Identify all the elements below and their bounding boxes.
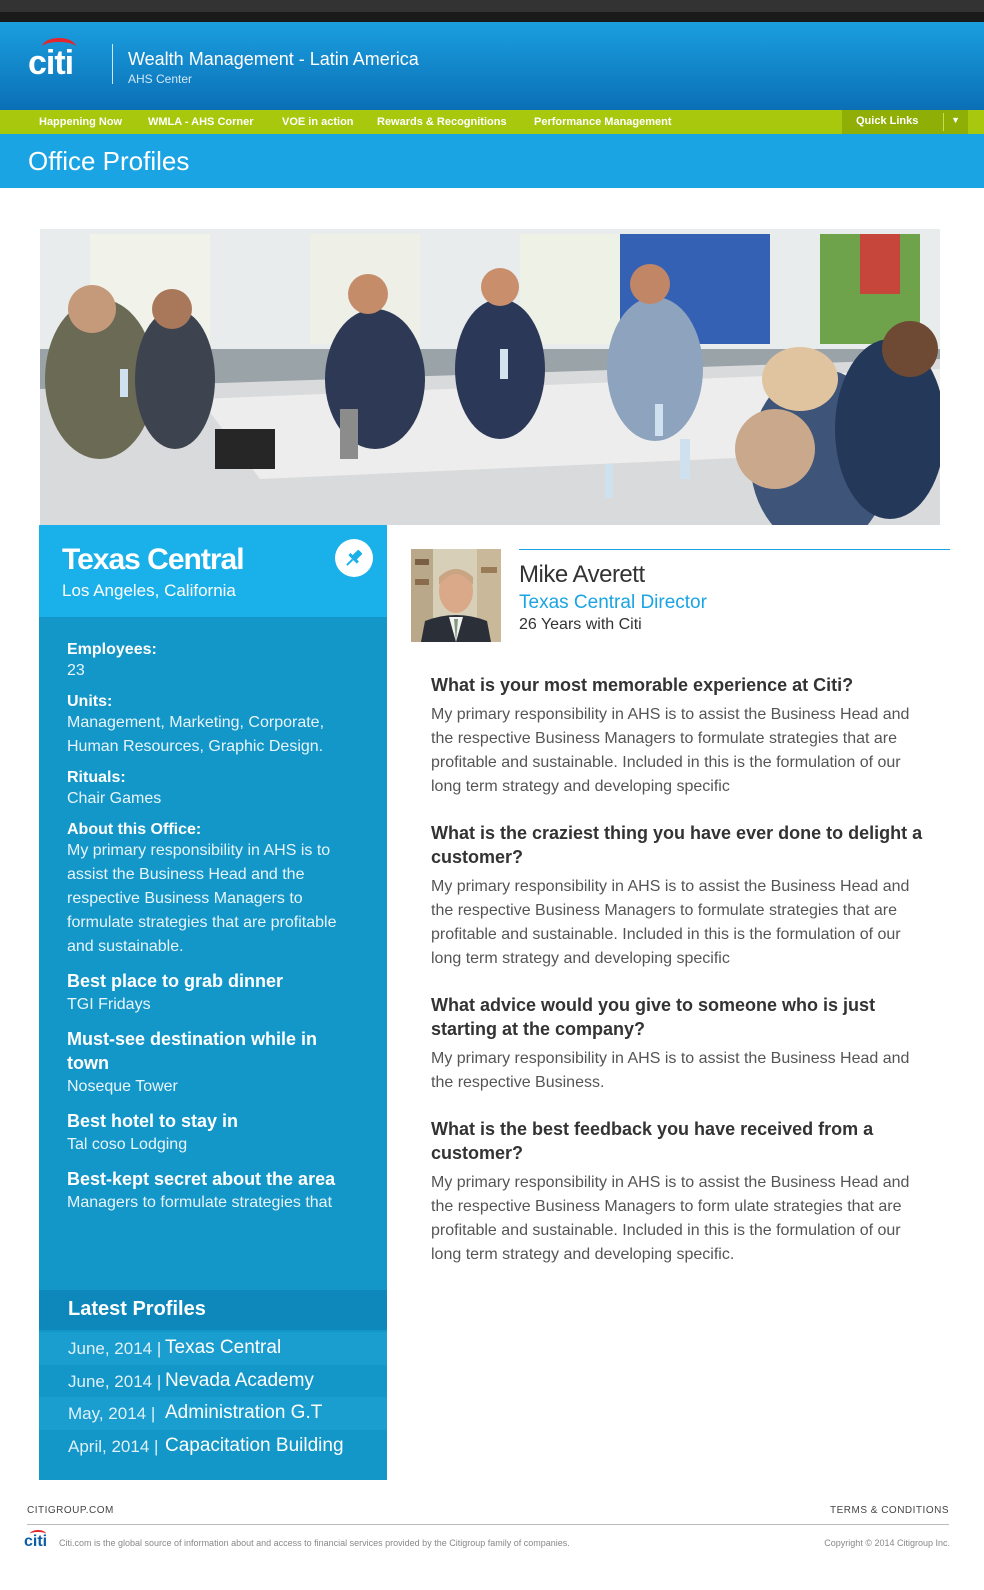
- question: What advice would you give to someone wh…: [431, 995, 876, 1039]
- destination-label: Must-see destination while in town: [67, 1029, 318, 1073]
- qa-section: What is your most memorable experience a…: [431, 673, 931, 1289]
- main-nav: Happening Now WMLA - AHS Corner VOE in a…: [0, 110, 984, 134]
- copyright: Copyright © 2014 Citigroup Inc.: [824, 1538, 950, 1548]
- latest-profile-separator: |: [156, 1339, 162, 1358]
- question: What is the best feedback you have recei…: [431, 1119, 874, 1163]
- top-bar-dark: [0, 12, 984, 22]
- latest-profile-date: June, 2014 |: [68, 1372, 161, 1392]
- latest-profile-item[interactable]: June, 2014 | Nevada Academy: [39, 1365, 387, 1398]
- dinner-label: Best place to grab dinner: [67, 971, 284, 991]
- rituals-value: Chair Games: [67, 790, 162, 807]
- latest-profile-date-text: May, 2014: [68, 1404, 147, 1423]
- office-photo: [40, 229, 940, 525]
- office-sidebar: Texas Central Los Angeles, California Em…: [39, 525, 387, 1480]
- footer-text: Citi.com is the global source of informa…: [59, 1538, 570, 1548]
- nav-wmla-ahs-corner[interactable]: WMLA - AHS Corner: [148, 116, 254, 128]
- secret-label: Best-kept secret about the area: [67, 1169, 336, 1189]
- latest-profile-name[interactable]: Texas Central: [165, 1337, 281, 1359]
- latest-profile-date: May, 2014 |: [68, 1404, 155, 1424]
- pin-icon: [346, 549, 363, 566]
- citigroup-link[interactable]: CITIGROUP.COM: [27, 1505, 114, 1516]
- units-label: Units:: [67, 693, 113, 710]
- page-header: Office Profiles: [0, 134, 984, 188]
- quick-links-dropdown[interactable]: Quick Links ▼: [842, 110, 968, 134]
- office-details: Employees: 23 Units: Management, Marketi…: [39, 617, 387, 1215]
- profile-role: Texas Central Director: [519, 592, 707, 613]
- employees-value: 23: [67, 662, 85, 679]
- site-header: citi Wealth Management - Latin America A…: [0, 22, 984, 110]
- page-title: Office Profiles: [28, 146, 190, 176]
- destination-value: Noseque Tower: [67, 1078, 178, 1095]
- units-value: Management, Marketing, Corporate, Human …: [67, 714, 325, 755]
- office-location: Los Angeles, California: [62, 581, 236, 600]
- meeting-photo-illustration: [40, 229, 940, 525]
- site-subtitle: AHS Center: [128, 72, 193, 86]
- site-title: Wealth Management - Latin America: [128, 49, 419, 69]
- answer: My primary responsibility in AHS is to a…: [431, 706, 910, 795]
- question: What is the craziest thing you have ever…: [431, 823, 923, 867]
- nav-performance-management[interactable]: Performance Management: [534, 116, 672, 128]
- top-bar: [0, 0, 984, 12]
- latest-profile-item[interactable]: May, 2014 | Administration G.T: [39, 1397, 387, 1430]
- latest-profile-separator: |: [156, 1372, 162, 1391]
- latest-profile-date-text: April, 2014: [68, 1437, 150, 1456]
- about-label: About this Office:: [67, 821, 202, 838]
- latest-profile-date-text: June, 2014: [68, 1339, 153, 1358]
- office-header: Texas Central Los Angeles, California: [39, 525, 387, 617]
- rituals-label: Rituals:: [67, 769, 126, 786]
- citi-logo[interactable]: citi: [28, 38, 76, 83]
- latest-profile-name[interactable]: Capacitation Building: [165, 1435, 344, 1457]
- secret-value: Managers to formulate strategies that: [67, 1194, 333, 1211]
- latest-profiles-title: Latest Profiles: [68, 1298, 206, 1320]
- pin-button[interactable]: [335, 539, 373, 577]
- latest-profile-name[interactable]: Administration G.T: [165, 1402, 322, 1424]
- latest-profile-separator: |: [150, 1404, 156, 1423]
- footer: citi Citi.com is the global source of in…: [24, 1530, 950, 1555]
- profile-name: Mike Averett: [519, 561, 645, 588]
- logo-arc: [42, 38, 76, 56]
- office-name: Texas Central: [62, 543, 245, 576]
- footer-logo[interactable]: citi: [24, 1530, 47, 1551]
- latest-profile-date: April, 2014 |: [68, 1437, 158, 1457]
- profile-photo: [411, 549, 501, 642]
- employees-label: Employees:: [67, 641, 157, 658]
- answer: My primary responsibility in AHS is to a…: [431, 1050, 910, 1091]
- terms-link[interactable]: TERMS & CONDITIONS: [830, 1505, 949, 1516]
- question: What is your most memorable experience a…: [431, 675, 854, 695]
- latest-profile-item[interactable]: June, 2014 | Texas Central: [39, 1332, 387, 1365]
- answer: My primary responsibility in AHS is to a…: [431, 1174, 910, 1263]
- dinner-value: TGI Fridays: [67, 996, 151, 1013]
- answer: My primary responsibility in AHS is to a…: [431, 878, 910, 967]
- latest-profile-item[interactable]: April, 2014 | Capacitation Building: [39, 1430, 387, 1463]
- latest-profile-date-text: June, 2014: [68, 1372, 153, 1391]
- nav-rewards-recognitions[interactable]: Rewards & Recognitions: [377, 116, 507, 128]
- latest-profiles-header: Latest Profiles: [39, 1290, 387, 1330]
- nav-happening-now[interactable]: Happening Now: [39, 116, 122, 128]
- latest-profile-date: June, 2014 |: [68, 1339, 161, 1359]
- profile-divider: [519, 549, 950, 550]
- footer-logo-arc: [30, 1530, 46, 1538]
- caret-down-icon: ▼: [951, 115, 960, 125]
- quick-links-separator: [943, 113, 944, 131]
- hotel-value: Tal coso Lodging: [67, 1136, 188, 1153]
- latest-profile-separator: |: [154, 1437, 159, 1456]
- nav-voe-in-action[interactable]: VOE in action: [282, 116, 354, 128]
- about-value: My primary responsibility in AHS is to a…: [67, 842, 337, 955]
- latest-profile-name[interactable]: Nevada Academy: [165, 1370, 314, 1392]
- hotel-label: Best hotel to stay in: [67, 1111, 239, 1131]
- header-divider: [112, 44, 113, 84]
- footer-links: CITIGROUP.COM TERMS & CONDITIONS: [27, 1505, 949, 1525]
- quick-links-label: Quick Links: [856, 115, 919, 127]
- profile-years: 26 Years with Citi: [519, 616, 642, 633]
- profile-portrait: [411, 549, 501, 642]
